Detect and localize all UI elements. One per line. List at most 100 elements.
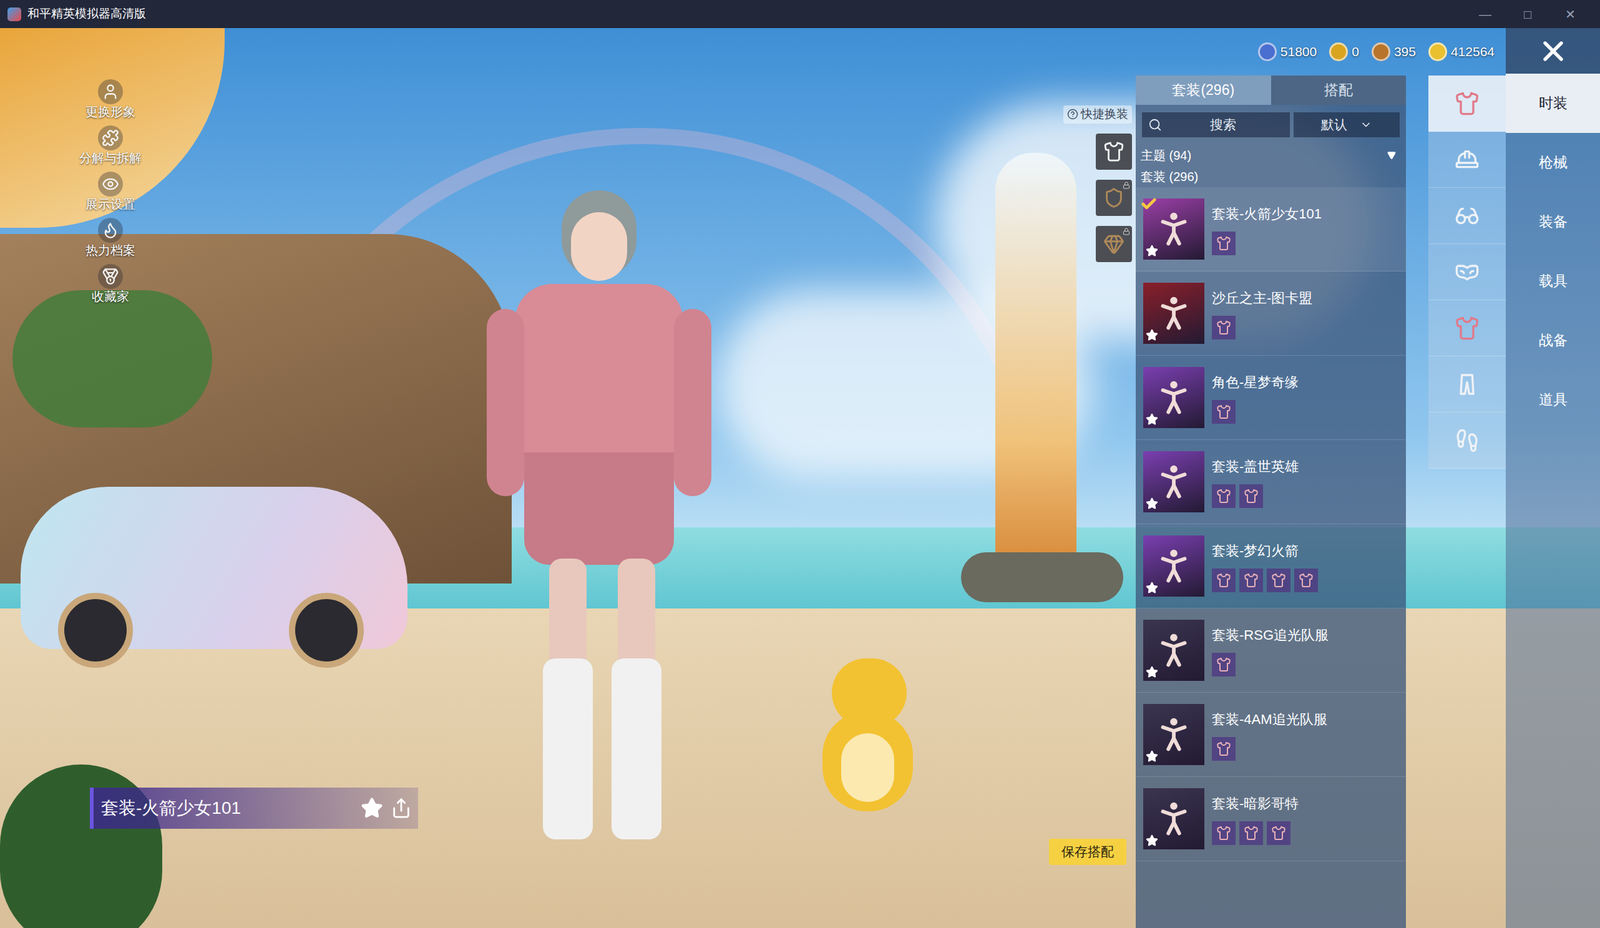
menu-icon — [101, 221, 120, 240]
current-outfit-label: 套装-火箭少女101 — [89, 787, 419, 829]
app-logo-icon — [7, 7, 22, 22]
pet — [822, 658, 913, 815]
part-icon — [1243, 825, 1259, 841]
figure-icon — [1151, 628, 1196, 673]
outfit-thumbnail — [1143, 366, 1205, 429]
star-icon — [1145, 665, 1159, 679]
window-title: 和平精英模拟器高清版 — [27, 4, 147, 24]
wardrobe-column: 518000395412564套装(296)搭配搜索默认主题 (94)套装 (2… — [1135, 28, 1506, 928]
lock-icon — [1122, 181, 1131, 190]
part-icon — [1271, 572, 1287, 588]
outfit-parts — [1211, 400, 1399, 424]
suit-group: 套装 (296) — [1135, 165, 1406, 188]
side-menu-item[interactable]: 收藏家 — [91, 263, 130, 304]
outfit-tab[interactable]: 套装(296) — [1135, 75, 1272, 105]
window-control[interactable]: ✕ — [1560, 4, 1581, 24]
outfit-part — [1211, 315, 1236, 340]
currency: 51800 — [1258, 41, 1317, 62]
category-tab[interactable]: 时装 — [1505, 73, 1600, 133]
outfit-part — [1266, 568, 1291, 593]
slot-tab[interactable] — [1428, 75, 1506, 132]
app-window: 和平精英模拟器高清版—□✕更换形象分解与拆解展示设置热力档案收藏家快捷换装套装-… — [0, 0, 1600, 928]
slot-tab[interactable] — [1428, 412, 1506, 469]
outfit-parts — [1211, 231, 1399, 256]
outfit-part — [1211, 821, 1236, 845]
outfit-list: 套装-火箭少女101沙丘之主-图卡盟角色-星梦奇缘套装-盖世英雄套装-梦幻火箭套… — [1135, 187, 1406, 928]
category-tab[interactable]: 战备 — [1505, 310, 1600, 371]
help-icon[interactable] — [1067, 108, 1079, 120]
outfit-parts — [1211, 821, 1399, 845]
side-menu-item[interactable]: 更换形象 — [85, 79, 136, 120]
chevron-down-icon — [1359, 118, 1373, 132]
side-menu: 更换形象分解与拆解展示设置热力档案收藏家 — [66, 79, 155, 304]
outfit-parts — [1211, 652, 1399, 677]
outfit-item[interactable]: 套装-盖世英雄 — [1135, 439, 1406, 525]
outfit-parts — [1211, 736, 1399, 761]
outfit-part — [1211, 400, 1236, 424]
currency: 0 — [1329, 41, 1360, 62]
window-control[interactable]: □ — [1517, 4, 1538, 24]
outfit-item[interactable]: 套装-4AM追光队服 — [1135, 692, 1406, 777]
outfit-part — [1294, 568, 1318, 593]
category-tab[interactable]: 装备 — [1505, 192, 1600, 252]
outfit-tab[interactable]: 搭配 — [1271, 75, 1407, 105]
part-icon — [1298, 572, 1314, 588]
part-icon — [1216, 741, 1232, 757]
category-tab[interactable]: 枪械 — [1505, 132, 1600, 193]
cap-icon — [1454, 147, 1480, 173]
outfit-part — [1239, 484, 1264, 508]
sort-dropdown[interactable]: 默认 — [1293, 112, 1400, 138]
menu-icon — [101, 267, 120, 286]
car — [20, 486, 408, 649]
part-icon — [1216, 235, 1232, 251]
outfit-parts — [1211, 315, 1399, 340]
outfit-thumbnail — [1143, 282, 1205, 344]
slot-tab[interactable] — [1428, 131, 1506, 188]
outfit-item[interactable]: 角色-星梦奇缘 — [1135, 355, 1406, 440]
stage-area: 更换形象分解与拆解展示设置热力档案收藏家 快捷换装套装-火箭少女101 保存搭配 — [0, 28, 1136, 928]
side-menu-item[interactable]: 展示设置 — [85, 171, 136, 212]
share-icon[interactable] — [390, 797, 412, 819]
quick-switch-slot[interactable] — [1095, 225, 1132, 263]
category-tab[interactable]: 载具 — [1505, 251, 1600, 311]
favorite-icon[interactable] — [360, 796, 384, 820]
outfit-part — [1266, 821, 1291, 845]
category-tab[interactable]: 道具 — [1505, 370, 1600, 430]
outfit-name: 套装-梦幻火箭 — [1211, 540, 1399, 561]
outfit-item[interactable]: 套装-RSG追光队服 — [1135, 608, 1406, 693]
side-menu-item[interactable]: 分解与拆解 — [79, 125, 142, 166]
star-icon — [1145, 497, 1159, 510]
close-button[interactable] — [1505, 28, 1600, 74]
slot-tab[interactable] — [1428, 300, 1506, 357]
car-wheel — [58, 592, 133, 668]
star-icon — [1145, 413, 1159, 426]
outfit-thumbnail — [1143, 451, 1205, 513]
theme-group[interactable]: 主题 (94) — [1135, 144, 1406, 166]
slot-tab[interactable] — [1428, 356, 1506, 413]
expand-icon — [1387, 151, 1396, 160]
outfit-item[interactable]: 套装-梦幻火箭 — [1135, 524, 1406, 609]
star-icon — [1145, 328, 1159, 342]
outfit-thumbnail — [1143, 535, 1205, 597]
palm — [12, 290, 213, 428]
quick-switch-slot[interactable] — [1095, 133, 1132, 170]
slot-icon — [1103, 233, 1125, 255]
outfit-panel: 套装(296)搭配搜索默认主题 (94)套装 (296)套装-火箭少女101沙丘… — [1135, 75, 1406, 928]
quick-switch: 快捷换装 — [1054, 105, 1132, 263]
side-menu-item[interactable]: 热力档案 — [85, 217, 136, 258]
close-icon — [1536, 34, 1570, 68]
slot-tab[interactable] — [1428, 243, 1506, 301]
outfit-name: 角色-星梦奇缘 — [1211, 371, 1399, 393]
window-control[interactable]: — — [1475, 4, 1496, 24]
lock-icon — [1122, 227, 1131, 236]
quick-switch-slot[interactable] — [1095, 179, 1132, 216]
slot-tab[interactable] — [1428, 187, 1506, 244]
outfit-item[interactable]: 沙丘之主-图卡盟 — [1135, 271, 1406, 356]
window-controls: — □ ✕ — [1475, 4, 1593, 24]
outfit-item[interactable]: 套装-火箭少女101 — [1135, 187, 1406, 272]
search-field[interactable]: 搜索 — [1141, 112, 1290, 138]
robe-icon — [1454, 91, 1480, 117]
save-button[interactable]: 保存搭配 — [1048, 838, 1127, 865]
outfit-item[interactable]: 套装-暗影哥特 — [1135, 776, 1406, 862]
figure-icon — [1151, 712, 1196, 757]
